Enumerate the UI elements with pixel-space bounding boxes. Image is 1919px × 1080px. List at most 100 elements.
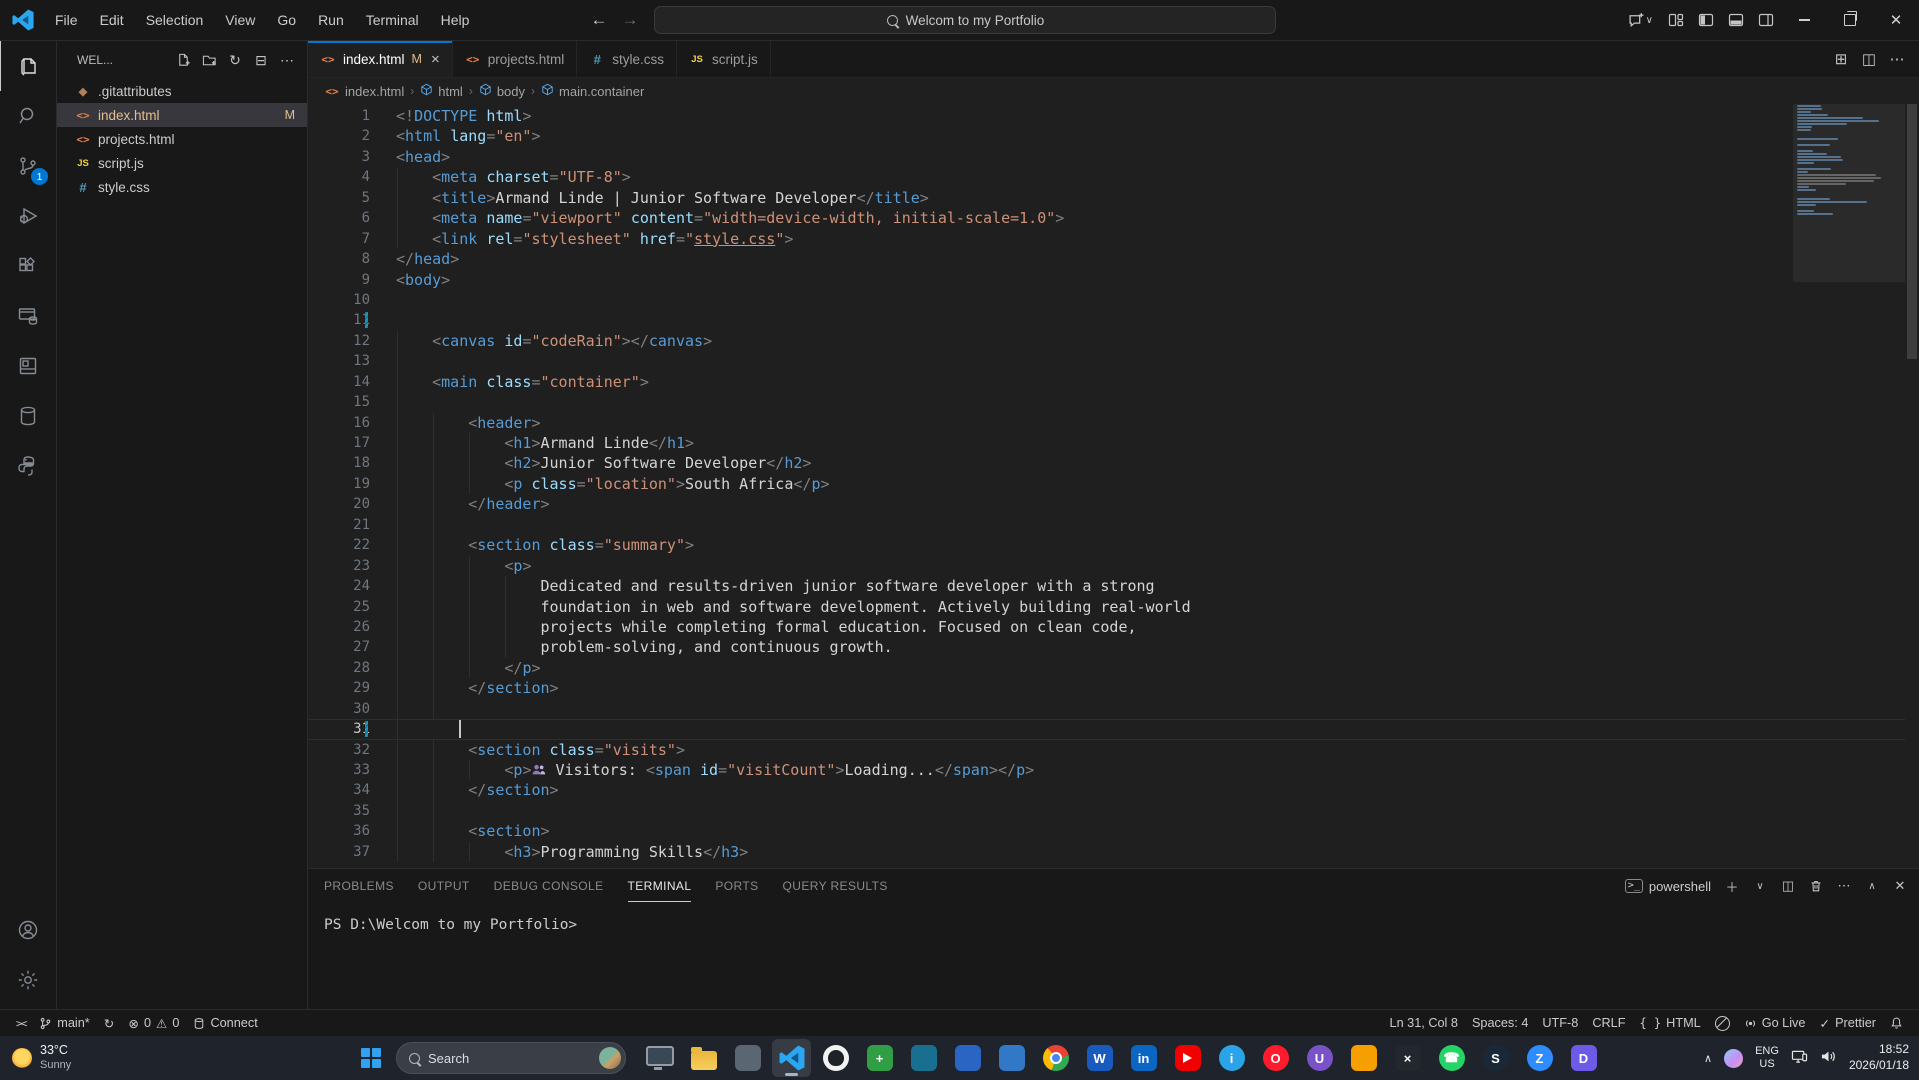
- db-connect-button[interactable]: Connect: [187, 1012, 263, 1034]
- remote-explorer-icon[interactable]: [0, 291, 56, 341]
- code-line-5[interactable]: 5 <title>Armand Linde | Junior Software …: [308, 188, 1905, 208]
- taskbar-app-app-navy-icon[interactable]: S: [1476, 1039, 1515, 1077]
- line-number[interactable]: 25: [308, 597, 396, 617]
- weather-widget[interactable]: 33°C Sunny: [12, 1043, 71, 1072]
- code-line-34[interactable]: 34 </section>: [308, 780, 1905, 800]
- line-number[interactable]: 12: [308, 331, 396, 351]
- line-number[interactable]: 9: [308, 270, 396, 290]
- notifications-button[interactable]: [1884, 1012, 1909, 1034]
- split-editor-icon[interactable]: ◫: [1857, 47, 1881, 71]
- code-editor[interactable]: 1<!DOCTYPE html>2<html lang="en">3<head>…: [308, 104, 1919, 868]
- source-control-icon[interactable]: 1: [0, 141, 56, 191]
- line-number[interactable]: 29: [308, 678, 396, 698]
- line-number[interactable]: 7: [308, 229, 396, 249]
- language-mode[interactable]: { }HTML: [1633, 1012, 1706, 1034]
- line-number[interactable]: 32: [308, 740, 396, 760]
- tab-index.html[interactable]: <>index.htmlM×: [308, 41, 453, 77]
- taskbar-app-app-lightblue-icon[interactable]: [992, 1039, 1031, 1077]
- code-line-27[interactable]: 27 problem-solving, and continuous growt…: [308, 637, 1905, 657]
- go-live-button[interactable]: Go Live: [1738, 1012, 1812, 1034]
- customize-layout-icon[interactable]: [1661, 6, 1691, 34]
- code-line-14[interactable]: 14 <main class="container">: [308, 372, 1905, 392]
- line-number[interactable]: 1: [308, 106, 396, 126]
- line-number[interactable]: 14: [308, 372, 396, 392]
- eol-selector[interactable]: CRLF: [1586, 1012, 1631, 1034]
- code-line-2[interactable]: 2<html lang="en">: [308, 126, 1905, 146]
- line-number[interactable]: 33: [308, 760, 396, 780]
- extensions-icon[interactable]: [0, 241, 56, 291]
- code-line-6[interactable]: 6 <meta name="viewport" content="width=d…: [308, 208, 1905, 228]
- forward-button[interactable]: →: [621, 10, 638, 30]
- line-number[interactable]: 4: [308, 167, 396, 187]
- breadcrumb-item-html[interactable]: html: [420, 83, 463, 99]
- container-tools-icon[interactable]: [0, 341, 56, 391]
- line-number[interactable]: 36: [308, 821, 396, 841]
- line-number[interactable]: 5: [308, 188, 396, 208]
- line-number[interactable]: 30: [308, 699, 396, 719]
- menu-selection[interactable]: Selection: [135, 5, 215, 35]
- copilot-tray-icon[interactable]: [1724, 1049, 1743, 1068]
- line-number[interactable]: 19: [308, 474, 396, 494]
- minimap[interactable]: [1793, 104, 1905, 868]
- code-line-25[interactable]: 25 foundation in web and software develo…: [308, 597, 1905, 617]
- taskbar-app-app-purple-icon[interactable]: U: [1300, 1039, 1339, 1077]
- line-number[interactable]: 34: [308, 780, 396, 800]
- tab-style.css[interactable]: #style.css: [577, 41, 677, 77]
- menu-help[interactable]: Help: [430, 5, 481, 35]
- taskbar-app-linkedin-icon[interactable]: in: [1124, 1039, 1163, 1077]
- code-line-15[interactable]: 15: [308, 392, 1905, 412]
- breadcrumb-item-index.html[interactable]: <>index.html: [324, 84, 404, 99]
- line-number[interactable]: 18: [308, 453, 396, 473]
- terminal-output[interactable]: PS D:\Welcom to my Portfolio>: [308, 903, 1919, 1009]
- code-line-20[interactable]: 20 </header>: [308, 494, 1905, 514]
- prettier-button[interactable]: ✓Prettier: [1813, 1012, 1882, 1034]
- code-line-35[interactable]: 35: [308, 801, 1905, 821]
- taskbar-app-app-green-icon[interactable]: +: [860, 1039, 899, 1077]
- taskbar-app-app-orange-icon[interactable]: [1344, 1039, 1383, 1077]
- taskbar-app-app-violet-icon[interactable]: D: [1564, 1039, 1603, 1077]
- run-debug-icon[interactable]: [0, 191, 56, 241]
- line-number[interactable]: 31: [308, 719, 396, 739]
- line-number[interactable]: 15: [308, 392, 396, 412]
- line-number[interactable]: 2: [308, 126, 396, 146]
- line-number[interactable]: 24: [308, 576, 396, 596]
- line-number[interactable]: 3: [308, 147, 396, 167]
- volume-icon[interactable]: [1820, 1049, 1837, 1067]
- line-number[interactable]: 27: [308, 637, 396, 657]
- code-line-1[interactable]: 1<!DOCTYPE html>: [308, 106, 1905, 126]
- line-number[interactable]: 28: [308, 658, 396, 678]
- code-line-19[interactable]: 19 <p class="location">South Africa</p>: [308, 474, 1905, 494]
- close-panel-icon[interactable]: ✕: [1889, 875, 1911, 897]
- new-folder-icon[interactable]: [197, 48, 221, 72]
- line-number[interactable]: 21: [308, 515, 396, 535]
- cursor-position[interactable]: Ln 31, Col 8: [1384, 1012, 1464, 1034]
- chevron-down-icon[interactable]: ∨: [1646, 15, 1653, 26]
- code-line-10[interactable]: 10: [308, 290, 1905, 310]
- encoding[interactable]: UTF-8: [1536, 1012, 1584, 1034]
- terminal-dropdown-icon[interactable]: ∨: [1749, 875, 1771, 897]
- scrollbar-thumb[interactable]: [1907, 104, 1917, 359]
- menu-terminal[interactable]: Terminal: [355, 5, 430, 35]
- breadcrumb-item-main.container[interactable]: main.container: [541, 83, 644, 99]
- panel-tab-ports[interactable]: PORTS: [715, 870, 758, 902]
- breadcrumb-item-body[interactable]: body: [479, 83, 525, 99]
- line-number[interactable]: 17: [308, 433, 396, 453]
- taskbar-app-app-teal-icon[interactable]: [904, 1039, 943, 1077]
- taskbar-app-youtube-icon[interactable]: [1168, 1039, 1207, 1077]
- network-icon[interactable]: [1791, 1049, 1808, 1067]
- taskbar-app-app-slate-icon[interactable]: [728, 1039, 767, 1077]
- collapse-folders-icon[interactable]: ⊟: [249, 48, 273, 72]
- language-switcher[interactable]: ENG US: [1755, 1045, 1779, 1071]
- code-line-26[interactable]: 26 projects while completing formal educ…: [308, 617, 1905, 637]
- maximize-panel-icon[interactable]: ∧: [1861, 875, 1883, 897]
- taskbar-app-this-pc-icon[interactable]: [640, 1039, 679, 1077]
- clock-widget[interactable]: 18:52 2026/01/18: [1849, 1042, 1909, 1073]
- taskbar-app-word-icon[interactable]: W: [1080, 1039, 1119, 1077]
- menu-file[interactable]: File: [44, 5, 89, 35]
- line-number[interactable]: 10: [308, 290, 396, 310]
- kill-terminal-icon[interactable]: [1805, 875, 1827, 897]
- new-file-icon[interactable]: [171, 48, 195, 72]
- code-line-28[interactable]: 28 </p>: [308, 658, 1905, 678]
- minimap-slider[interactable]: [1793, 104, 1905, 282]
- line-number[interactable]: 23: [308, 556, 396, 576]
